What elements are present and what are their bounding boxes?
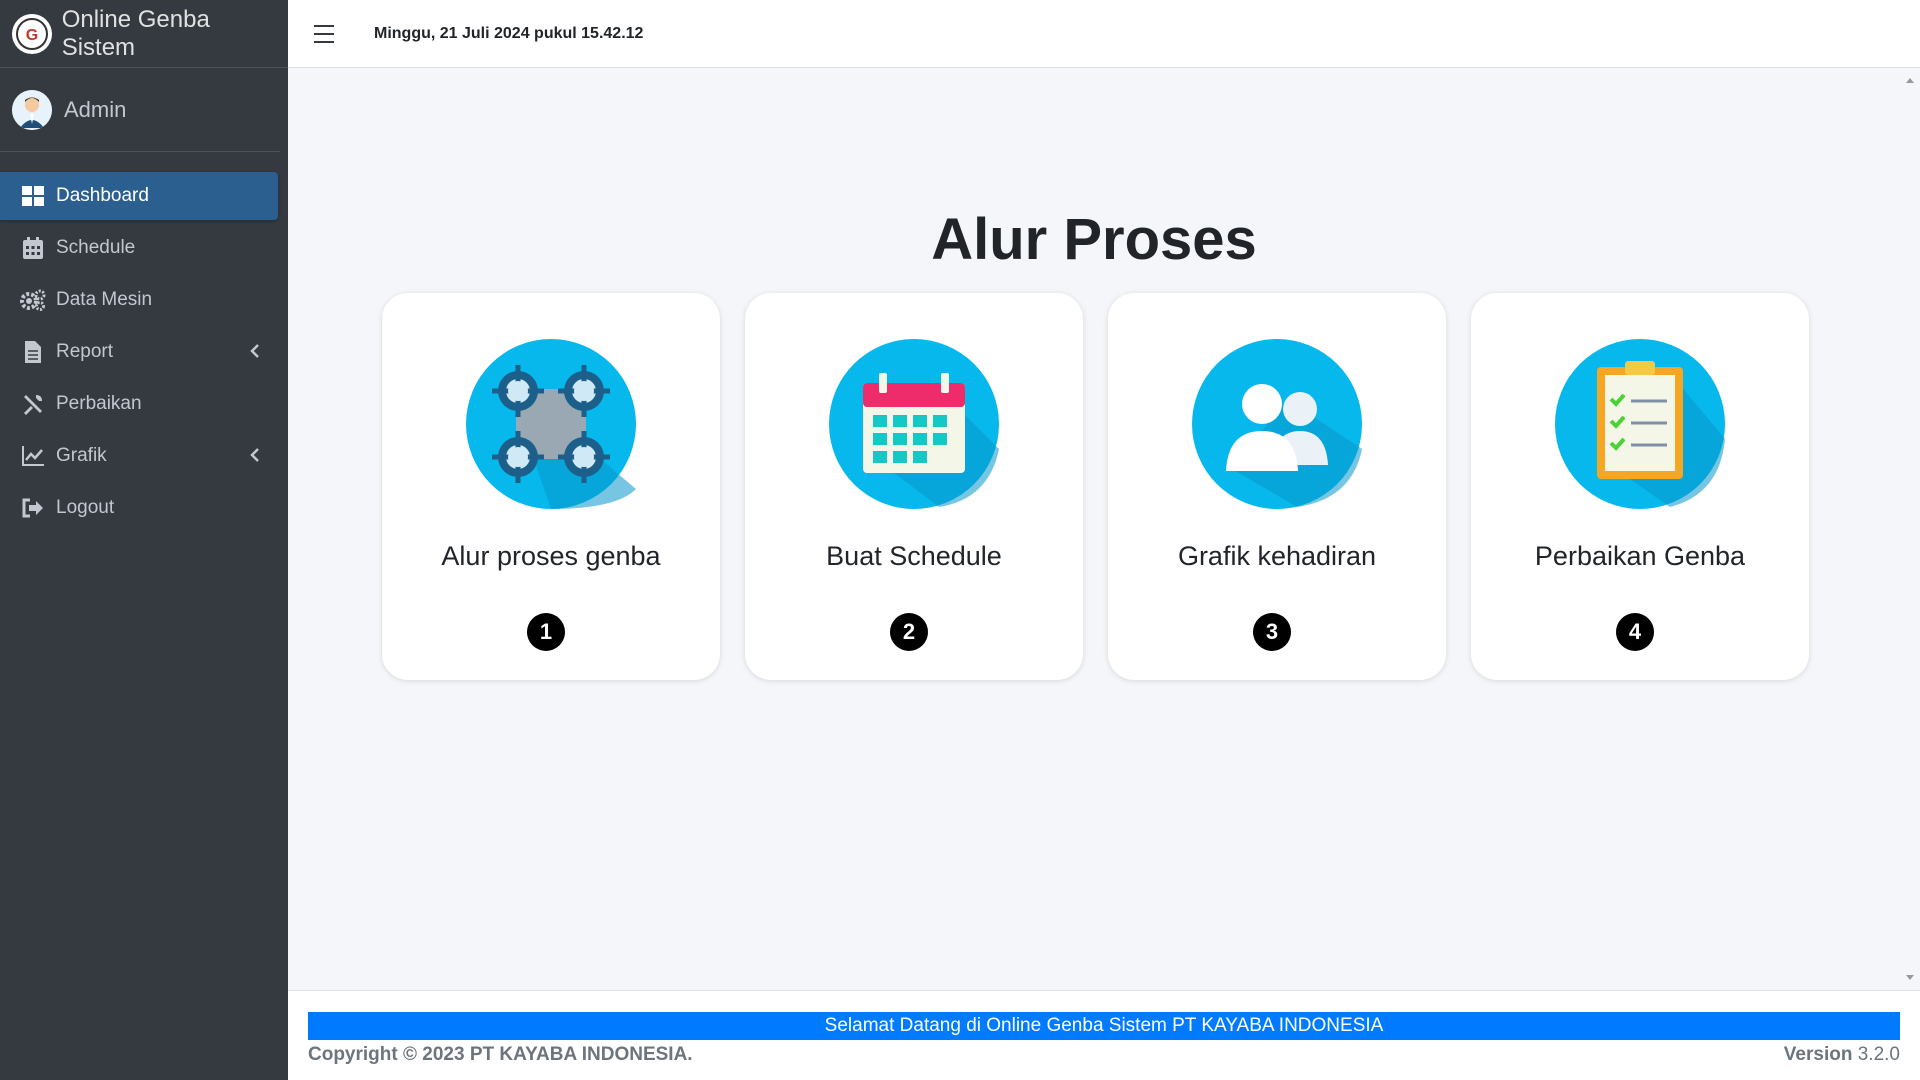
card-label: Grafik kehadiran [1177,541,1377,571]
sidebar-item-label: Grafik [56,445,107,466]
sidebar-item-schedule[interactable]: Schedule [0,224,278,272]
welcome-marquee: Selamat Datang di Online Genba Sistem PT… [308,1012,1900,1040]
process-card-grafik-kehadiran[interactable]: Grafik kehadiran 3 [1108,293,1446,680]
content-scrollbar[interactable] [1900,68,1920,990]
process-card-buat-schedule[interactable]: Buat Schedule 2 [745,293,1083,680]
avatar [12,89,52,130]
logout-icon [20,495,46,521]
calendar-icon [20,235,46,261]
tools-icon [20,391,46,417]
step-number-badge: 3 [1253,613,1291,651]
card-label: Perbaikan Genba [1534,541,1746,571]
sidebar-item-report[interactable]: Report [0,328,278,376]
chevron-left-icon [250,446,260,468]
user-panel[interactable]: Admin [0,68,280,152]
document-icon [20,339,46,365]
scroll-up-icon[interactable] [1906,78,1914,83]
brand-link[interactable]: G Online Genba Sistem [0,0,288,68]
version-label: Version [1783,1044,1853,1065]
chart-line-icon [20,443,46,469]
step-number-badge: 4 [1616,613,1654,651]
sidebar-item-label: Logout [56,497,115,518]
user-name: Admin [64,96,127,122]
sidebar-item-label: Report [56,341,114,362]
sidebar-item-perbaikan[interactable]: Perbaikan [0,380,278,428]
process-card-perbaikan-genba[interactable]: Perbaikan Genba 4 [1471,293,1809,680]
sidebar: G Online Genba Sistem Admin Dashboard Sc… [0,0,288,1080]
main-content: Alur Proses Alur proses genba 1 Buat Sch… [288,68,1900,990]
footer: Selamat Datang di Online Genba Sistem PT… [288,990,1920,1080]
version-info: Version 3.2.0 [1784,1044,1900,1066]
sidebar-item-grafik[interactable]: Grafik [0,432,278,480]
dashboard-icon [20,183,46,209]
sidebar-item-data-mesin[interactable]: Data Mesin [0,276,278,324]
top-navbar: Minggu, 21 Juli 2024 pukul 15.42.12 [288,0,1920,68]
brand-title: Online Genba Sistem [61,5,210,61]
datetime-display: Minggu, 21 Juli 2024 pukul 15.42.12 [374,24,644,42]
card-label: Buat Schedule [826,541,1002,571]
step-number-badge: 1 [527,613,565,651]
menu-toggle-icon[interactable] [314,24,334,43]
brand-logo-icon: G [12,13,52,54]
sidebar-item-logout[interactable]: Logout [0,484,278,532]
sidebar-item-label: Data Mesin [56,289,153,310]
scroll-down-icon[interactable] [1906,975,1914,980]
calendar-icon [829,339,999,509]
process-gears-icon [466,339,636,509]
sidebar-item-label: Schedule [56,237,136,258]
svg-text:G: G [26,27,38,44]
process-card-alur-proses-genba[interactable]: Alur proses genba 1 [382,293,720,680]
sidebar-nav: Dashboard Schedule Data Mesin Report Per… [0,172,288,532]
users-icon [1192,339,1362,509]
copyright-text: Copyright © 2023 PT KAYABA INDONESIA. [308,1044,693,1065]
version-number: 3.2.0 [1857,1044,1900,1065]
chevron-left-icon [250,342,260,364]
step-number-badge: 2 [890,613,928,651]
page-title: Alur Proses [931,207,1257,272]
clipboard-checklist-icon [1555,339,1725,509]
cogs-icon [20,287,46,313]
sidebar-item-dashboard[interactable]: Dashboard [0,172,278,220]
card-label: Alur proses genba [441,541,661,571]
sidebar-item-label: Dashboard [56,185,149,206]
sidebar-item-label: Perbaikan [56,393,142,414]
